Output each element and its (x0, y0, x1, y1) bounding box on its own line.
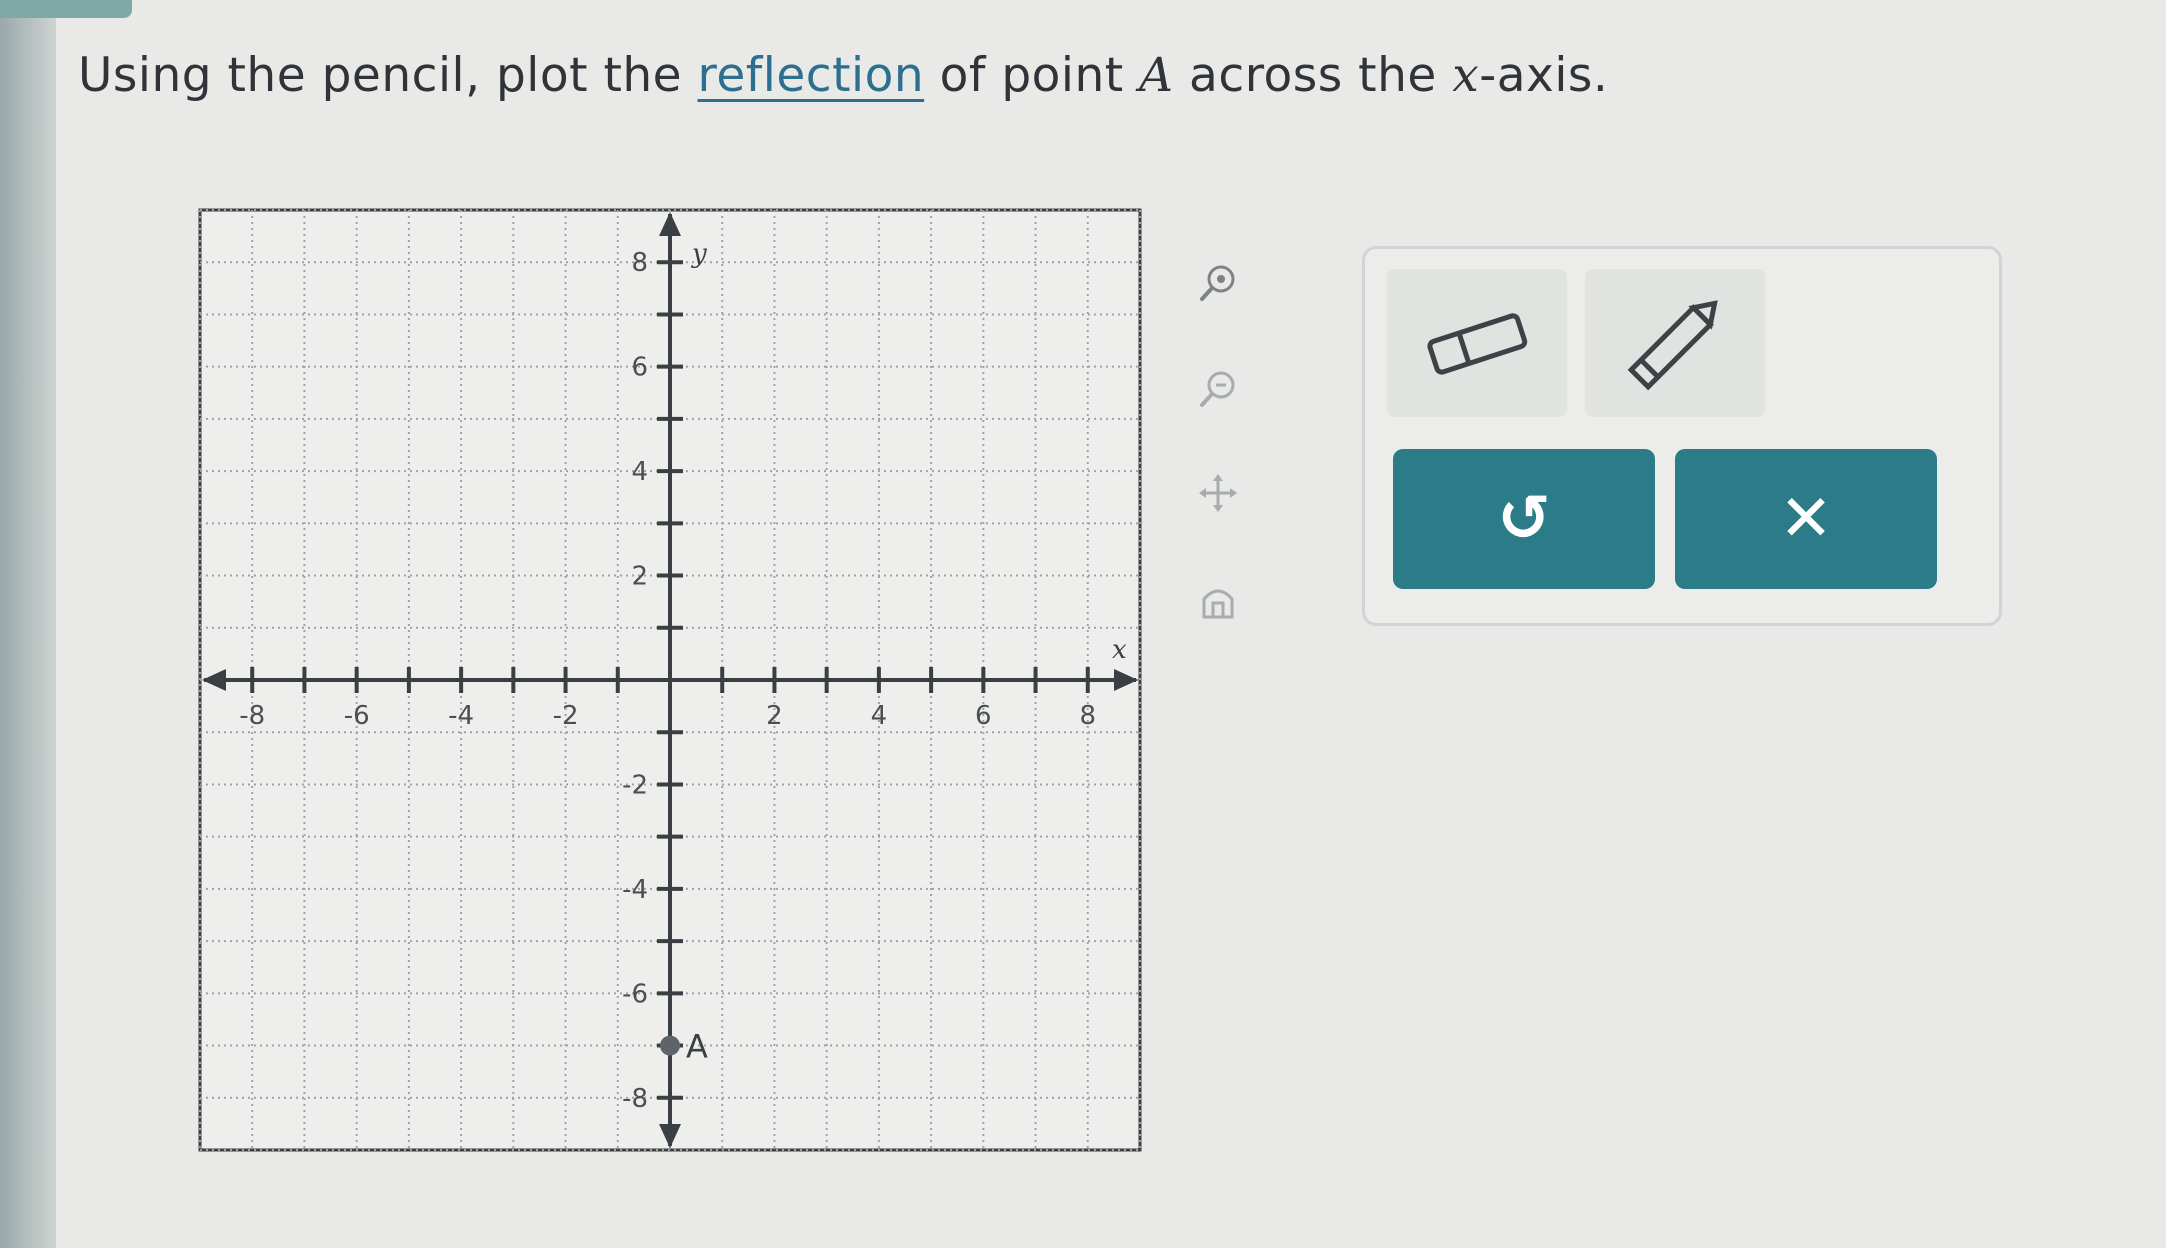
y-axis-label: y (691, 239, 707, 269)
point-variable: A (1139, 48, 1174, 103)
y-tick-label: -2 (622, 770, 648, 800)
x-tick-label: -2 (553, 701, 579, 731)
eraser-button[interactable] (1387, 269, 1567, 417)
coordinate-graph[interactable]: -8 -6 -4 -2 2 4 6 8 8 6 4 2 -2 -4 -6 -8 x y A (160, 190, 1170, 1170)
y-tick-label: 6 (631, 353, 648, 383)
window-edge (0, 0, 56, 1248)
x-tick-label: 4 (871, 701, 888, 731)
question-part: of point (924, 48, 1140, 103)
y-tick-label: -8 (622, 1084, 648, 1114)
pencil-button[interactable] (1585, 269, 1765, 417)
question-part: -axis. (1479, 48, 1609, 103)
home-icon[interactable] (1190, 573, 1246, 629)
point-a-label: A (686, 1028, 708, 1066)
x-axis-label: x (1112, 635, 1127, 665)
graph-canvas[interactable]: -8 -6 -4 -2 2 4 6 8 8 6 4 2 -2 -4 -6 -8 x y A (160, 190, 1170, 1170)
y-tick-label: 8 (631, 248, 648, 278)
x-tick-label: 8 (1080, 701, 1097, 731)
question-part: across the (1173, 48, 1453, 103)
pan-icon[interactable] (1190, 465, 1246, 521)
x-tick-label: 2 (766, 701, 783, 731)
x-tick-label: -8 (239, 701, 265, 731)
tool-panel: ↺ ✕ (1362, 246, 2002, 626)
top-tab (0, 0, 132, 18)
x-tick-label: -4 (448, 701, 474, 731)
reflection-link[interactable]: reflection (698, 48, 925, 103)
pencil-icon (1627, 300, 1718, 391)
undo-icon: ↺ (1497, 482, 1551, 556)
x-tick-label: -6 (344, 701, 370, 731)
y-tick-label: -4 (622, 875, 648, 905)
zoom-out-icon[interactable] (1190, 361, 1246, 417)
clear-button[interactable]: ✕ (1675, 449, 1937, 589)
x-tick-label: 6 (975, 701, 992, 731)
question-text: Using the pencil, plot the reflection of… (78, 48, 1608, 103)
question-part: Using the pencil, plot the (78, 48, 698, 103)
point-a (660, 1035, 680, 1056)
eraser-icon (1427, 313, 1528, 375)
y-tick-label: 2 (631, 562, 648, 592)
y-tick-label: 4 (631, 457, 648, 487)
undo-button[interactable]: ↺ (1393, 449, 1655, 589)
zoom-in-icon[interactable] (1190, 255, 1246, 311)
axis-variable: x (1452, 48, 1480, 103)
y-tick-label: -6 (622, 979, 648, 1009)
close-icon: ✕ (1779, 482, 1833, 556)
